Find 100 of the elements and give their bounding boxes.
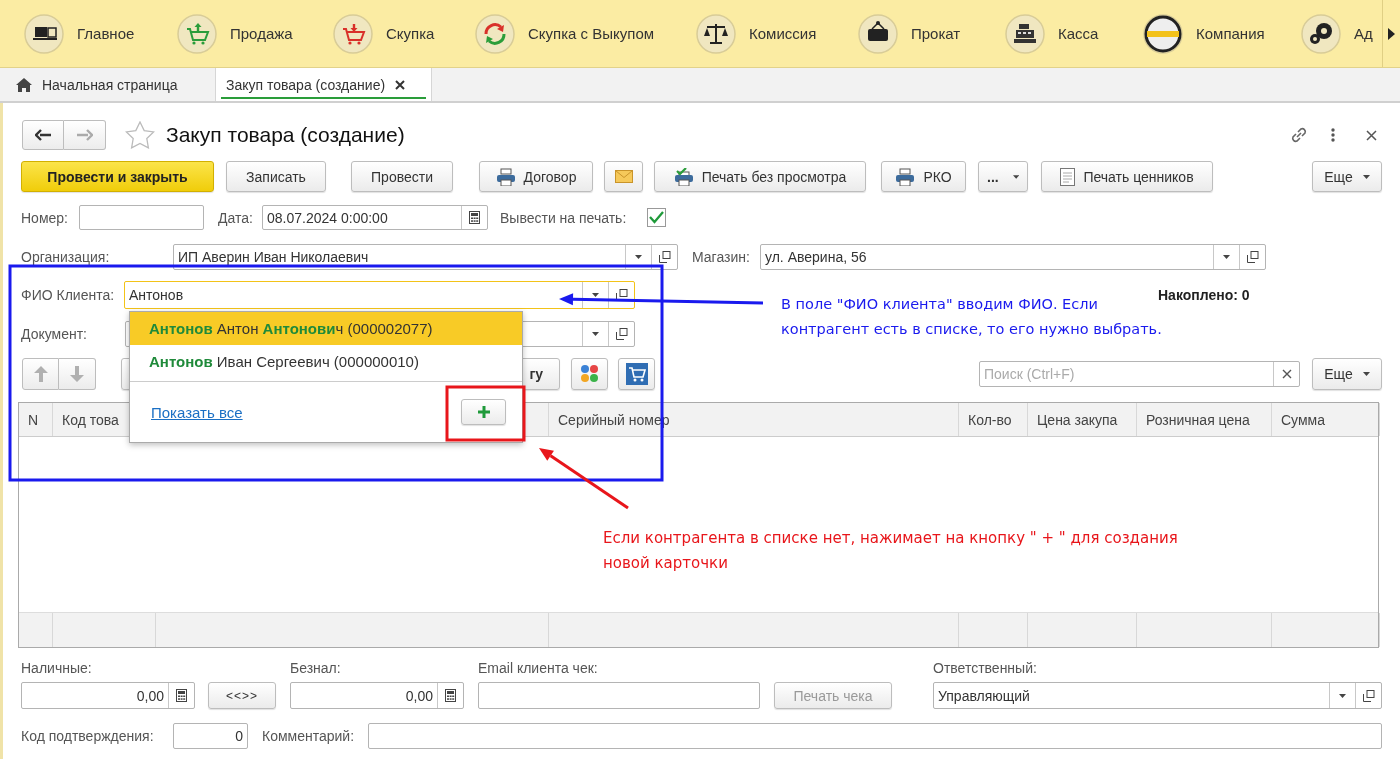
close-icon (1281, 369, 1292, 379)
arrow-right-icon (76, 129, 93, 141)
column-header[interactable]: Кол-во (959, 403, 1028, 436)
toolbar-button[interactable]: Договор (479, 161, 593, 192)
accumulated-total: Накоплено: 0 (1158, 287, 1250, 303)
field-label: Наличные: (21, 660, 93, 676)
triangle-right-icon (1388, 27, 1395, 40)
window-title: Закуп товара (создание) (166, 123, 406, 147)
email-button[interactable] (604, 161, 643, 192)
nav-item[interactable]: Компания (1143, 13, 1301, 54)
nav-item[interactable]: Скупка с Выкупом (475, 13, 696, 54)
checkbox[interactable] (647, 208, 666, 227)
toolbar-button[interactable]: Печать без просмотра (654, 161, 866, 192)
close-icon[interactable] (395, 79, 406, 90)
text-field[interactable]: 0 (173, 723, 248, 749)
column-header[interactable]: Сумма (1272, 403, 1380, 436)
nav-item[interactable]: Прокат (858, 13, 1005, 54)
calculator-icon (176, 689, 187, 702)
document-icon (1060, 167, 1076, 186)
copy-icon (615, 289, 628, 301)
combo-box[interactable]: Управляющий (933, 682, 1382, 709)
field-label: Email клиента чек: (478, 660, 599, 676)
envelope-icon (614, 170, 633, 183)
nav-item[interactable]: Скупка (333, 13, 475, 54)
caret-icon (592, 332, 599, 336)
cash-register-icon (1005, 13, 1045, 54)
field-label: Документ: (21, 326, 88, 342)
column-header[interactable]: Розничная цена (1137, 403, 1272, 436)
annotation-text: Если контрагента в списке нет, нажимает на кнопку " + " для создания новой карточки (603, 528, 1178, 574)
text-field[interactable] (368, 723, 1382, 749)
hanging-sign-icon (858, 13, 898, 54)
copy-icon (1362, 689, 1375, 702)
column-header[interactable]: N (19, 403, 53, 436)
copy-icon (658, 251, 671, 263)
calculator-icon (445, 689, 456, 702)
toolbar-button[interactable]: ... (978, 161, 1028, 192)
field-label: Ответственный: (933, 660, 1037, 676)
caret-icon (1339, 693, 1346, 698)
caret-icon (1223, 255, 1230, 259)
field-label: Код подтверждения: (21, 728, 155, 744)
checkmark-icon (649, 211, 664, 224)
toolbar-button[interactable]: Записать (226, 161, 326, 192)
toolbar-button[interactable]: РКО (881, 161, 966, 192)
field-label: Дата: (218, 209, 254, 226)
field-label: Магазин: (692, 249, 751, 265)
more-button[interactable]: Еще (1312, 358, 1382, 390)
arrow-up-icon (33, 366, 48, 382)
caret-icon (1012, 174, 1019, 179)
nav-item[interactable]: Главное (24, 13, 177, 54)
caret-icon (592, 293, 599, 297)
nav-item[interactable]: Комиссия (696, 13, 858, 54)
nav-item[interactable]: Продажа (177, 13, 333, 54)
dots-icon (579, 364, 600, 384)
date-field[interactable]: 08.07.2024 0:00:00 (262, 205, 488, 230)
back-button[interactable] (22, 120, 64, 150)
combo-box[interactable]: ИП Аверин Иван Николаевич (173, 244, 678, 270)
gears-icon (1301, 13, 1341, 54)
printer-icon (495, 167, 516, 186)
add-button[interactable] (461, 399, 506, 425)
field-label: Номер: (21, 209, 69, 226)
nav-item[interactable]: Касса (1005, 13, 1143, 54)
arrow-left-icon (35, 129, 51, 141)
scales-icon (696, 13, 736, 54)
text-field[interactable] (79, 205, 204, 230)
column-header[interactable]: Цена закупа (1028, 403, 1137, 436)
arrow-down-icon (70, 366, 84, 382)
refresh-icon (475, 13, 515, 54)
suggestion-item[interactable]: Антонов Иван Сергеевич (000000010) (130, 345, 522, 378)
suggestion-item[interactable]: Антонов Антон Антонович (000002077) (130, 312, 522, 345)
swap-button[interactable]: <<>> (208, 682, 276, 709)
link-icon (1289, 125, 1309, 145)
field-label: Организация: (21, 249, 111, 265)
home-icon (16, 77, 32, 92)
cart-button[interactable] (618, 358, 655, 390)
field-label: Вывести на печать: (500, 209, 628, 226)
cart-icon (625, 363, 648, 385)
palette-button[interactable] (571, 358, 608, 390)
computer-icon (24, 13, 64, 54)
toolbar-button[interactable]: Печать ценников (1041, 161, 1213, 192)
caret-icon (1362, 174, 1370, 179)
star-icon[interactable] (125, 121, 155, 149)
tab[interactable]: Закуп товара (создание) (216, 68, 432, 101)
more-button[interactable]: Еще (1312, 161, 1382, 192)
printer-icon (895, 167, 916, 186)
post-and-close-button[interactable]: Провести и закрыть (21, 161, 214, 192)
toolbar-button[interactable]: Провести (351, 161, 453, 192)
text-field[interactable] (478, 682, 760, 709)
printer-check-icon (673, 167, 694, 186)
amount-field[interactable]: 0,00 (290, 682, 464, 709)
amount-field[interactable]: 0,00 (21, 682, 195, 709)
cart-icon (177, 13, 217, 54)
combo-box[interactable]: Антонов (124, 281, 635, 309)
cart-icon (333, 13, 373, 54)
caret-icon (635, 255, 642, 259)
copy-icon (615, 328, 628, 340)
field-label: ФИО Клиента: (21, 287, 116, 303)
logo-icon (1143, 13, 1183, 54)
field-label: Безнал: (290, 660, 342, 676)
more-icon (1331, 128, 1335, 142)
combo-box[interactable]: ул. Аверина, 56 (760, 244, 1266, 270)
